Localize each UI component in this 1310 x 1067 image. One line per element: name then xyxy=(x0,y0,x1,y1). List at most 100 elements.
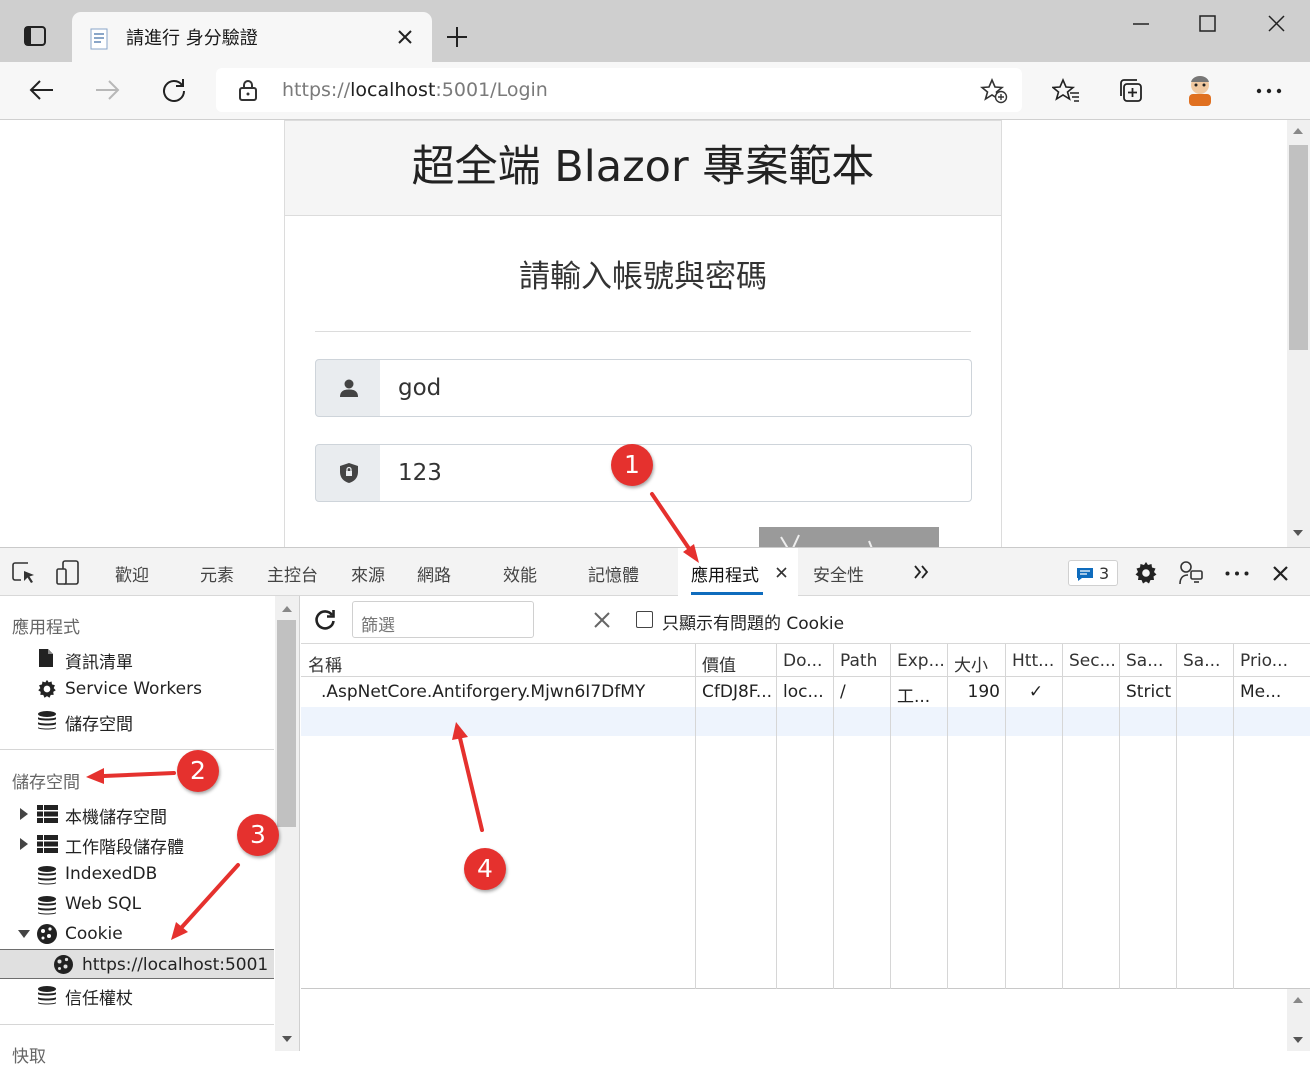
sidebar-item-service-workers[interactable]: Service Workers xyxy=(65,679,202,699)
inspect-element-icon[interactable] xyxy=(12,561,38,585)
address-bar[interactable]: https://localhost:5001/Login xyxy=(216,68,1022,112)
tab-elements[interactable]: 元素 xyxy=(200,561,234,586)
sidebar-item-local-storage[interactable]: 本機儲存空間 xyxy=(65,803,167,828)
clear-cookies-icon[interactable] xyxy=(594,612,610,628)
sidebar-item-manifest[interactable]: 資訊清單 xyxy=(65,648,133,673)
cookie-priority-cell[interactable]: Me... xyxy=(1240,682,1306,702)
column-divider xyxy=(695,644,696,989)
cookie-size-cell[interactable]: 190 xyxy=(954,682,1000,702)
column-header-path[interactable]: Path xyxy=(840,651,888,671)
filter-input[interactable]: 篩選 xyxy=(352,601,534,638)
column-header-name[interactable]: 名稱 xyxy=(308,651,688,676)
more-tabs-icon[interactable] xyxy=(913,565,929,579)
divider xyxy=(315,331,971,332)
sidebar-section-application: 應用程式 xyxy=(12,618,80,638)
settings-gear-icon[interactable] xyxy=(1134,561,1158,585)
close-tab-icon[interactable] xyxy=(396,28,414,46)
cookie-expires-cell[interactable]: 工... xyxy=(897,682,945,707)
cookie-value-cell[interactable]: CfDJ8F... xyxy=(702,682,774,702)
expand-arrow-icon[interactable] xyxy=(20,808,28,820)
tab-console[interactable]: 主控台 xyxy=(267,561,318,586)
expand-arrow-icon[interactable] xyxy=(20,838,28,850)
column-header-domain[interactable]: Do... xyxy=(783,651,831,671)
connect-device-icon[interactable] xyxy=(1178,560,1204,586)
cookie-domain-cell[interactable]: loc... xyxy=(783,682,831,702)
refresh-icon[interactable] xyxy=(314,609,336,631)
cookie-icon xyxy=(53,954,74,975)
scroll-up-icon[interactable] xyxy=(1293,997,1303,1003)
close-panel-icon[interactable] xyxy=(776,567,787,578)
tab-application-label: 應用程式 xyxy=(691,566,759,586)
only-issues-checkbox[interactable] xyxy=(636,611,653,628)
new-tab-icon[interactable] xyxy=(446,26,468,48)
column-header-sameparty[interactable]: Sa... xyxy=(1183,651,1231,671)
column-header-expires[interactable]: Exp... xyxy=(897,651,945,671)
sidebar-section-storage: 儲存空間 xyxy=(12,773,80,793)
cookies-table: 名稱 價值 Do... Path Exp... 大小 Htt... Sec...… xyxy=(301,644,1310,989)
cookie-path-cell[interactable]: / xyxy=(840,682,888,702)
sidebar-item-cookie[interactable]: Cookie xyxy=(65,924,123,944)
devtools-more-icon[interactable] xyxy=(1225,571,1249,576)
sidebar-scrollbar[interactable] xyxy=(275,596,299,1051)
cookie-name-cell[interactable]: .AspNetCore.Antiforgery.Mjwn6I7DfMY xyxy=(321,682,691,702)
close-window-icon[interactable] xyxy=(1267,14,1286,33)
device-emulation-icon[interactable] xyxy=(56,560,80,586)
sidebar-item-storage[interactable]: 儲存空間 xyxy=(65,710,133,735)
annotation-badge: 3 xyxy=(237,814,279,856)
profile-avatar[interactable] xyxy=(1181,70,1219,108)
cookie-samesite-cell[interactable]: Strict xyxy=(1126,682,1174,702)
tab-memory[interactable]: 記憶體 xyxy=(588,561,639,586)
url-text[interactable]: https://localhost:5001/Login xyxy=(282,79,548,101)
browser-tab[interactable]: 請進行 身分驗證 xyxy=(72,12,432,62)
collapse-arrow-icon[interactable] xyxy=(18,930,30,938)
sidebar-item-web-sql[interactable]: Web SQL xyxy=(65,894,141,914)
maximize-icon[interactable] xyxy=(1199,15,1217,33)
tab-application[interactable]: 應用程式 xyxy=(678,548,798,596)
column-header-value[interactable]: 價值 xyxy=(702,651,772,676)
scroll-up-icon[interactable] xyxy=(1293,128,1303,134)
issues-button[interactable]: 3 xyxy=(1068,560,1118,586)
scroll-down-icon[interactable] xyxy=(282,1036,292,1042)
column-header-secure[interactable]: Sec... xyxy=(1069,651,1117,671)
login-card: 超全端 Blazor 專案範本 請輸入帳號與密碼 god 123 xyxy=(284,120,1002,547)
sidebar-item-cookie-origin[interactable]: https://localhost:5001 xyxy=(0,949,274,979)
page-scrollbar-thumb[interactable] xyxy=(1289,145,1308,350)
grid-table-icon xyxy=(37,835,58,853)
password-addon xyxy=(315,444,381,502)
tab-welcome[interactable]: 歡迎 xyxy=(115,561,149,586)
tab-network[interactable]: 網路 xyxy=(417,561,451,586)
tab-security[interactable]: 安全性 xyxy=(813,561,864,586)
favorites-icon[interactable] xyxy=(1052,78,1080,104)
back-arrow-icon[interactable] xyxy=(28,78,54,102)
refresh-icon[interactable] xyxy=(161,77,187,103)
annotation-badge: 1 xyxy=(611,444,653,486)
scroll-up-icon[interactable] xyxy=(282,606,292,612)
tab-actions-icon[interactable] xyxy=(24,26,46,46)
collections-icon[interactable] xyxy=(1118,78,1146,104)
sidebar-item-session-storage[interactable]: 工作階段儲存體 xyxy=(65,833,184,858)
username-input[interactable]: god xyxy=(380,359,972,417)
minimize-icon[interactable] xyxy=(1132,22,1150,26)
cookie-httponly-cell[interactable]: ✓ xyxy=(1012,682,1060,702)
password-input[interactable]: 123 xyxy=(380,444,972,502)
forward-arrow-icon[interactable] xyxy=(95,78,121,102)
column-header-priority[interactable]: Prio... xyxy=(1240,651,1306,671)
lock-icon[interactable] xyxy=(238,79,258,101)
page-favicon-icon xyxy=(88,28,112,50)
grid-table-icon xyxy=(37,805,58,823)
tab-performance[interactable]: 效能 xyxy=(503,561,537,586)
sidebar-item-trust-tokens[interactable]: 信任權杖 xyxy=(65,984,133,1009)
tab-sources[interactable]: 來源 xyxy=(351,561,385,586)
column-header-httponly[interactable]: Htt... xyxy=(1012,651,1060,671)
sidebar-scrollbar-thumb[interactable] xyxy=(277,620,296,827)
detail-scrollbar[interactable] xyxy=(1287,989,1310,1051)
settings-more-icon[interactable] xyxy=(1256,88,1282,94)
add-favorite-icon[interactable] xyxy=(980,78,1008,104)
scroll-down-icon[interactable] xyxy=(1293,1037,1303,1043)
browser-tab-bar: 請進行 身分驗證 xyxy=(0,0,1310,62)
scroll-down-icon[interactable] xyxy=(1293,530,1303,536)
close-devtools-icon[interactable] xyxy=(1272,565,1289,582)
column-header-samesite[interactable]: Sa... xyxy=(1126,651,1174,671)
sidebar-item-indexeddb[interactable]: IndexedDB xyxy=(65,864,157,884)
column-header-size[interactable]: 大小 xyxy=(954,651,1002,676)
